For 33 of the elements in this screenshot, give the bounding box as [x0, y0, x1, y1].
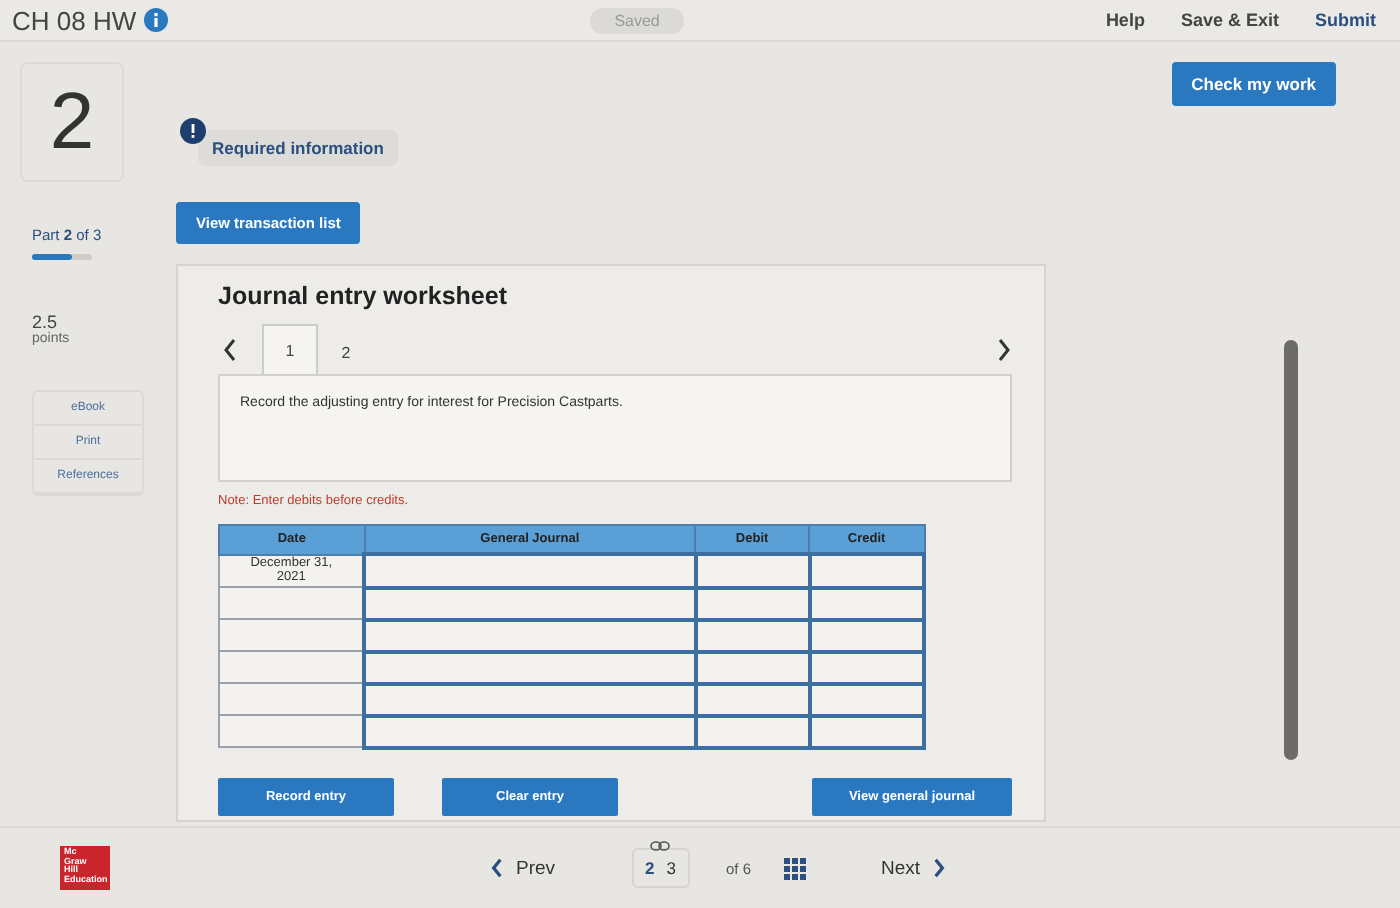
alert-icon: [180, 118, 206, 144]
header-link[interactable]: Submit: [1314, 10, 1376, 30]
info-icon[interactable]: [144, 8, 169, 32]
question-number: 2: [20, 62, 124, 182]
next-button[interactable]: Next: [881, 857, 947, 879]
prev-button[interactable]: Prev: [490, 857, 556, 879]
account-input[interactable]: [364, 554, 696, 588]
saved-status: Saved: [590, 7, 684, 33]
page-number[interactable]: 3: [666, 858, 677, 878]
points-value: 2.5: [32, 312, 58, 332]
chevron-right-icon: [932, 858, 947, 878]
grid-icon[interactable]: [783, 857, 806, 879]
link-icon: [649, 840, 670, 852]
required-information-label[interactable]: Required information: [198, 130, 398, 166]
worksheet-title: Journal entry worksheet: [218, 282, 509, 310]
header-link[interactable]: Help: [1105, 10, 1145, 30]
chevron-left-icon: [490, 858, 504, 878]
date-cell[interactable]: [219, 651, 365, 684]
next-icon[interactable]: [996, 338, 1012, 362]
date-cell[interactable]: [219, 587, 365, 620]
credit-input[interactable]: [809, 554, 924, 588]
header-link[interactable]: Save & Exit: [1180, 10, 1279, 30]
assignment-title: CH 08 HW: [12, 5, 137, 35]
worksheet-tab[interactable]: 2: [318, 330, 374, 374]
date-cell[interactable]: [219, 619, 365, 652]
previous-icon[interactable]: [222, 338, 238, 362]
date-cell[interactable]: [219, 683, 365, 716]
scrollbar-thumb[interactable]: [1284, 340, 1298, 760]
page-number[interactable]: 2: [645, 858, 655, 878]
worksheet-tab[interactable]: 1: [262, 324, 318, 374]
check-my-work-button[interactable]: Check my work: [1171, 62, 1336, 106]
debit-input[interactable]: [695, 554, 810, 588]
date-cell[interactable]: [219, 715, 365, 748]
